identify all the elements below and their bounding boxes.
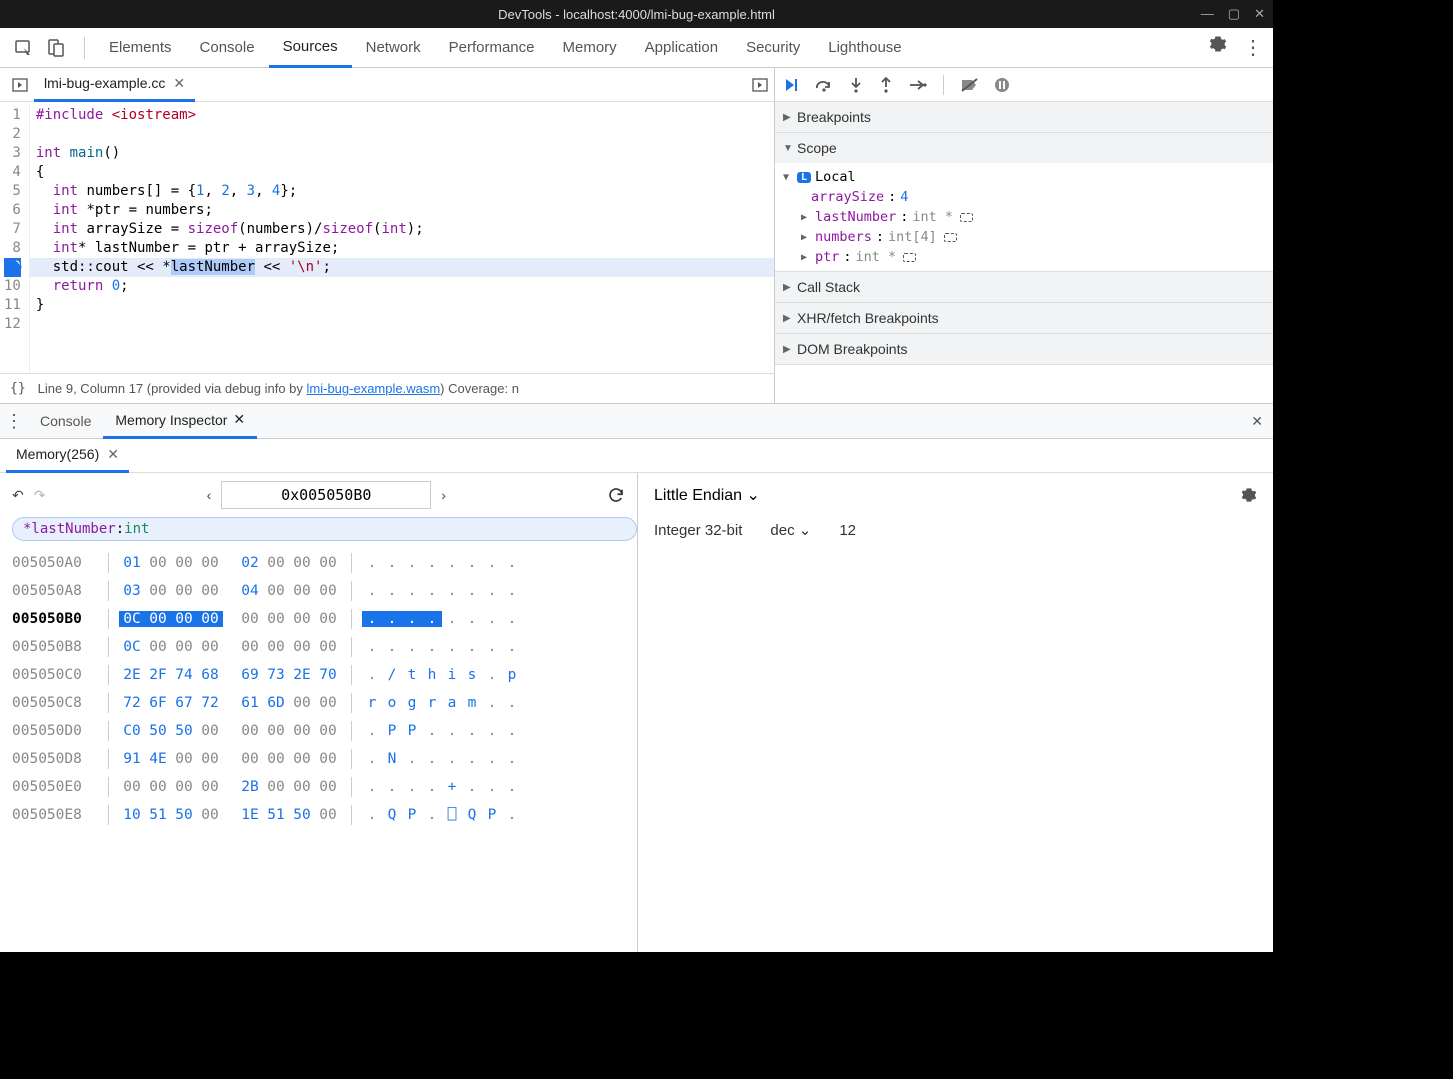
tab-console[interactable]: Console [186, 28, 269, 68]
tab-lighthouse[interactable]: Lighthouse [814, 28, 915, 68]
device-icon[interactable] [42, 34, 70, 62]
window-title: DevTools - localhost:4000/lmi-bug-exampl… [498, 7, 775, 22]
minimize-icon[interactable]: — [1201, 6, 1214, 22]
drawer-close-icon[interactable]: ✕ [1251, 413, 1263, 430]
deactivate-breakpoints-icon[interactable] [960, 78, 978, 92]
xhr-section[interactable]: ▶XHR/fetch Breakpoints [775, 303, 1273, 333]
file-tab[interactable]: lmi-bug-example.cc ✕ [34, 68, 195, 102]
undo-icon[interactable]: ↶ [12, 487, 24, 504]
resume-icon[interactable] [783, 77, 799, 93]
value-type: Integer 32-bit [654, 522, 742, 539]
memory-chip-icon[interactable] [944, 233, 957, 242]
code-editor[interactable]: 123456789101112 #include <iostream> int … [0, 102, 774, 373]
memory-chip-icon[interactable] [903, 253, 916, 262]
callstack-section[interactable]: ▶Call Stack [775, 272, 1273, 302]
redo-icon[interactable]: ↷ [34, 487, 46, 504]
drawer-memory-inspector-tab[interactable]: Memory Inspector✕ [103, 403, 257, 439]
address-input[interactable] [221, 481, 431, 509]
decoded-value: 12 [839, 522, 856, 539]
titlebar: DevTools - localhost:4000/lmi-bug-exampl… [0, 0, 1273, 28]
tab-elements[interactable]: Elements [95, 28, 186, 68]
hex-pane: ↶ ↷ ‹ › *lastNumber: int 005050A00100000… [0, 473, 638, 952]
value-settings-icon[interactable] [1241, 487, 1257, 503]
close-tab-icon[interactable]: ✕ [173, 75, 185, 92]
drawer-tabs: ⋮ Console Memory Inspector✕ ✕ [0, 403, 1273, 439]
memory-chip-icon[interactable] [960, 213, 973, 222]
toggle-navigator-icon[interactable] [8, 73, 32, 97]
main-tabs: Elements Console Sources Network Perform… [0, 28, 1273, 68]
scope-var[interactable]: ▶ptr: int * [775, 247, 1273, 267]
local-badge: L [797, 172, 811, 183]
drawer-more-icon[interactable]: ⋮ [2, 409, 26, 433]
scope-section[interactable]: ▼Scope [775, 133, 1273, 163]
scope-var[interactable]: ▶numbers: int[4] [775, 227, 1273, 247]
tab-security[interactable]: Security [732, 28, 814, 68]
step-icon[interactable] [909, 79, 927, 91]
refresh-icon[interactable] [607, 486, 625, 504]
inspect-icon[interactable] [10, 34, 38, 62]
tab-memory[interactable]: Memory [549, 28, 631, 68]
close-icon[interactable]: ✕ [1254, 6, 1265, 22]
prev-page-icon[interactable]: ‹ [207, 487, 212, 503]
watched-value-chip[interactable]: *lastNumber: int [12, 517, 637, 541]
status-bar: {} Line 9, Column 17 (provided via debug… [0, 373, 774, 403]
breakpoints-section[interactable]: ▶Breakpoints [775, 102, 1273, 132]
wasm-link[interactable]: lmi-bug-example.wasm [307, 381, 441, 396]
tab-sources[interactable]: Sources [269, 28, 352, 68]
hex-viewer[interactable]: 005050A00100000002000000........005050A8… [0, 549, 637, 829]
chevron-down-icon: ⌄ [747, 487, 760, 504]
tab-application[interactable]: Application [631, 28, 732, 68]
tab-performance[interactable]: Performance [435, 28, 549, 68]
scope-var[interactable]: ▶lastNumber: int * [775, 207, 1273, 227]
code-content: #include <iostream> int main() { int num… [30, 102, 774, 373]
settings-icon[interactable] [1209, 35, 1227, 60]
close-drawer-tab-icon[interactable]: ✕ [233, 411, 245, 428]
step-over-icon[interactable] [815, 78, 833, 92]
toggle-debugger-icon[interactable] [748, 73, 772, 97]
tab-network[interactable]: Network [352, 28, 435, 68]
value-format-select[interactable]: dec ⌄ [770, 521, 811, 539]
chevron-down-icon: ⌄ [799, 522, 812, 539]
debugger-sidebar: ▶Breakpoints ▼Scope ▼L Local arraySize: … [775, 68, 1273, 403]
endian-select[interactable]: Little Endian ⌄ [654, 485, 760, 505]
step-out-icon[interactable] [879, 77, 893, 93]
pause-exceptions-icon[interactable] [994, 77, 1010, 93]
value-pane: Little Endian ⌄ Integer 32-bit dec ⌄ 12 [638, 473, 1273, 952]
dom-section[interactable]: ▶DOM Breakpoints [775, 334, 1273, 364]
next-page-icon[interactable]: › [441, 487, 446, 503]
line-gutter: 123456789101112 [0, 102, 30, 373]
step-into-icon[interactable] [849, 77, 863, 93]
close-memory-tab-icon[interactable]: ✕ [107, 446, 119, 463]
pretty-print-icon[interactable]: {} [10, 381, 26, 396]
file-tab-label: lmi-bug-example.cc [44, 75, 165, 91]
drawer-console-tab[interactable]: Console [28, 403, 103, 439]
more-icon[interactable]: ⋮ [1243, 35, 1263, 60]
maximize-icon[interactable]: ▢ [1228, 6, 1240, 22]
memory-tab[interactable]: Memory(256)✕ [6, 439, 129, 473]
